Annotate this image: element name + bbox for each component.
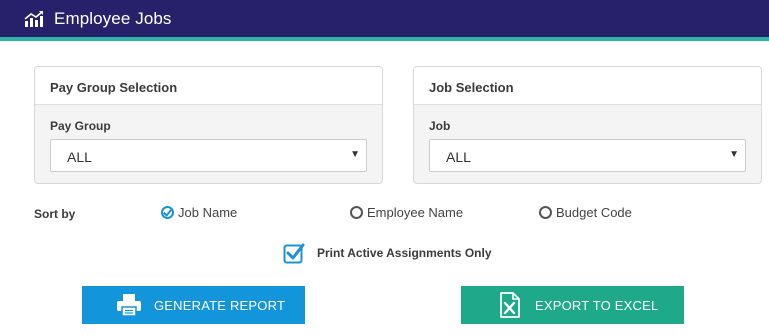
radio-checked-icon: [161, 206, 174, 219]
page-title: Employee Jobs: [54, 8, 172, 28]
pay-group-panel-title: Pay Group Selection: [35, 67, 382, 105]
generate-report-label: GENERATE REPORT: [154, 297, 286, 313]
dropdown-arrow-icon: ▼: [729, 149, 739, 160]
export-to-excel-label: EXPORT TO EXCEL: [535, 297, 659, 313]
pay-group-selection-panel: Pay Group Selection Pay Group ALL ▼: [34, 66, 383, 184]
radio-unchecked-icon: [539, 206, 552, 219]
chart-trend-icon: [24, 10, 44, 27]
export-to-excel-button[interactable]: EXPORT TO EXCEL: [461, 286, 684, 324]
sort-by-label: Sort by: [34, 207, 76, 221]
app-header: Employee Jobs: [0, 0, 769, 37]
active-assignments-label: Print Active Assignments Only: [317, 246, 492, 260]
job-select[interactable]: ALL ▼: [429, 139, 746, 172]
radio-label: Employee Name: [367, 205, 464, 220]
radio-label: Budget Code: [556, 205, 632, 220]
job-label: Job: [429, 119, 451, 133]
sort-job-name-radio[interactable]: Job Name: [161, 205, 237, 220]
pay-group-label: Pay Group: [50, 119, 111, 133]
job-selection-panel: Job Selection Job ALL ▼: [413, 66, 762, 184]
radio-label: Job Name: [178, 205, 238, 220]
radio-unchecked-icon: [350, 206, 363, 219]
job-selected-value: ALL: [446, 149, 471, 165]
printer-icon: [116, 292, 142, 318]
generate-report-button[interactable]: GENERATE REPORT: [82, 286, 305, 324]
job-panel-title: Job Selection: [414, 67, 761, 105]
active-assignments-checkbox[interactable]: [283, 242, 305, 264]
checkbox-checked-icon: [283, 243, 305, 264]
sort-employee-name-radio[interactable]: Employee Name: [350, 205, 463, 220]
header-accent-bar: [0, 37, 769, 41]
active-assignments-option: Print Active Assignments Only: [283, 242, 492, 264]
sort-budget-code-radio[interactable]: Budget Code: [539, 205, 632, 220]
dropdown-arrow-icon: ▼: [350, 149, 360, 160]
pay-group-selected-value: ALL: [67, 149, 92, 165]
excel-file-icon: [497, 292, 523, 318]
pay-group-select[interactable]: ALL ▼: [50, 139, 367, 172]
